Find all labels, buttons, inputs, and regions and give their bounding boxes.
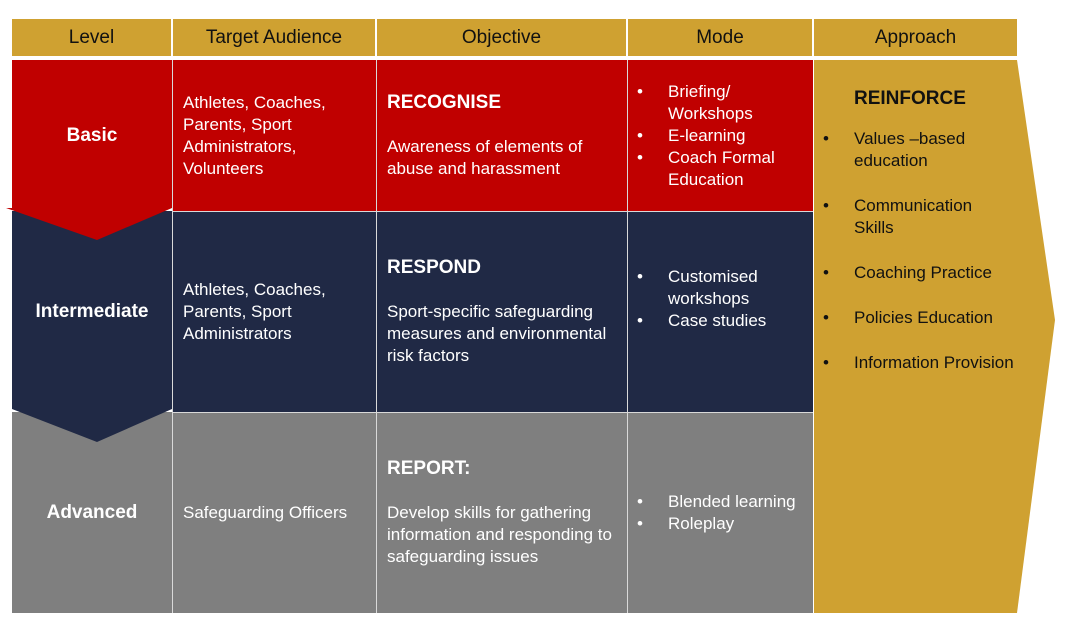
approach-title: REINFORCE xyxy=(854,88,966,109)
objective-basic: RECOGNISE Awareness of elements of abuse… xyxy=(377,60,627,211)
level-advanced-label: Advanced xyxy=(46,501,138,523)
header-objective-label: Objective xyxy=(461,26,542,48)
approach-list: Values –based education Communication Sk… xyxy=(814,128,1014,374)
mode-item: Coach Formal Education xyxy=(628,147,803,191)
mode-intermediate: Customised workshops Case studies xyxy=(628,211,813,412)
level-intermediate-label: Intermediate xyxy=(35,300,149,322)
audience-basic-text: Athletes, Coaches, Parents, Sport Admini… xyxy=(183,92,326,178)
header-mode: Mode xyxy=(628,19,812,56)
mode-basic-list: Briefing/ Workshops E-learning Coach For… xyxy=(628,81,803,191)
level-basic: Basic xyxy=(12,60,172,211)
mode-item: Customised workshops xyxy=(628,266,803,310)
mode-item: Case studies xyxy=(628,310,803,332)
approach-item: Policies Education xyxy=(814,307,1014,329)
mode-item: Blended learning xyxy=(628,491,803,513)
level-basic-label: Basic xyxy=(66,124,118,146)
objective-intermediate-title: RESPOND xyxy=(387,256,481,278)
header-approach-label: Approach xyxy=(874,26,957,48)
mode-item: Roleplay xyxy=(628,513,803,535)
mode-item: E-learning xyxy=(628,125,803,147)
objective-advanced-title: REPORT: xyxy=(387,457,471,479)
level-intermediate: Intermediate xyxy=(12,211,172,412)
approach-item: Information Provision xyxy=(814,352,1014,374)
objective-basic-title: RECOGNISE xyxy=(387,91,502,113)
audience-intermediate-text: Athletes, Coaches, Parents, Sport Admini… xyxy=(183,279,326,343)
objective-advanced: REPORT: Develop skills for gathering inf… xyxy=(377,412,627,613)
mode-intermediate-list: Customised workshops Case studies xyxy=(628,266,803,332)
header-target-audience-label: Target Audience xyxy=(205,26,343,48)
header-approach: Approach xyxy=(814,19,1017,56)
mode-item: Briefing/ Workshops xyxy=(628,81,803,125)
approach-item: Coaching Practice xyxy=(814,262,1014,284)
header-target-audience: Target Audience xyxy=(173,19,375,56)
header-objective: Objective xyxy=(377,19,626,56)
level-advanced: Advanced xyxy=(12,412,172,613)
objective-intermediate-text: Sport-specific safeguarding measures and… xyxy=(387,301,607,365)
approach-item: Communication Skills xyxy=(814,195,1014,239)
objective-intermediate: RESPOND Sport-specific safeguarding meas… xyxy=(377,211,627,412)
approach-content: REINFORCE Values –based education Commun… xyxy=(814,88,1014,397)
approach-item: Values –based education xyxy=(814,128,1014,172)
audience-intermediate: Athletes, Coaches, Parents, Sport Admini… xyxy=(173,211,376,412)
header-mode-label: Mode xyxy=(696,26,744,48)
mode-advanced: Blended learning Roleplay xyxy=(628,412,813,613)
audience-advanced-text: Safeguarding Officers xyxy=(183,502,348,522)
mode-advanced-list: Blended learning Roleplay xyxy=(628,491,803,535)
audience-advanced: Safeguarding Officers xyxy=(173,412,376,613)
objective-advanced-text: Develop skills for gathering information… xyxy=(387,502,612,566)
objective-basic-text: Awareness of elements of abuse and haras… xyxy=(387,136,583,178)
mode-basic: Briefing/ Workshops E-learning Coach For… xyxy=(628,60,813,211)
audience-basic: Athletes, Coaches, Parents, Sport Admini… xyxy=(173,60,376,211)
